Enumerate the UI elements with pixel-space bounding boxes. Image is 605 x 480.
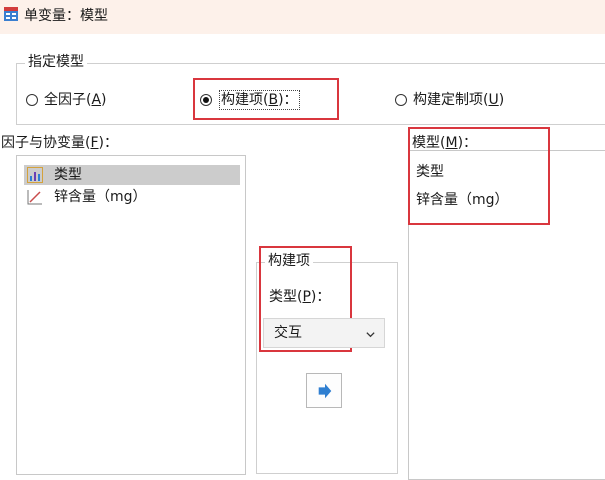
factors-covariates-label: 因子与协变量(F)： [1, 135, 118, 151]
build-term-legend: 构建项 [265, 252, 313, 270]
radio-build-terms[interactable]: 构建项(B)： [200, 90, 330, 110]
list-item[interactable]: 锌含量（mg） [24, 187, 240, 207]
model-label: 模型(M)： [412, 135, 478, 151]
move-term-button[interactable] [306, 373, 342, 408]
list-item-label: 类型 [54, 167, 82, 183]
build-term-type-value: 交互 [274, 325, 302, 341]
radio-full-factorial-label[interactable]: 全因子(A) [44, 91, 107, 109]
radio-custom-terms[interactable]: 构建定制项(U) [395, 90, 575, 110]
window-title: 单变量：模型 [24, 8, 108, 24]
list-item[interactable]: 类型 [416, 162, 444, 182]
build-term-type-select[interactable]: 交互 [263, 318, 385, 348]
build-term-type-label: 类型(P)： [269, 289, 331, 305]
arrow-right-icon [318, 383, 332, 399]
radio-full-factorial-circle[interactable] [26, 94, 38, 106]
chevron-down-icon[interactable] [365, 329, 376, 340]
list-item-label: 锌含量（mg） [54, 189, 147, 205]
specify-model-legend: 指定模型 [25, 53, 87, 71]
radio-full-factorial[interactable]: 全因子(A) [26, 90, 156, 110]
radio-custom-terms-circle[interactable] [395, 94, 407, 106]
app-icon [4, 7, 18, 21]
list-item[interactable]: 锌含量（mg） [416, 190, 509, 210]
radio-build-terms-circle[interactable] [200, 94, 212, 106]
list-item[interactable]: 类型 [24, 165, 240, 185]
scale-variable-icon [27, 190, 42, 205]
nominal-variable-icon [27, 167, 43, 183]
radio-build-terms-label[interactable]: 构建项(B)： [219, 90, 300, 110]
radio-custom-terms-label[interactable]: 构建定制项(U) [413, 91, 504, 109]
